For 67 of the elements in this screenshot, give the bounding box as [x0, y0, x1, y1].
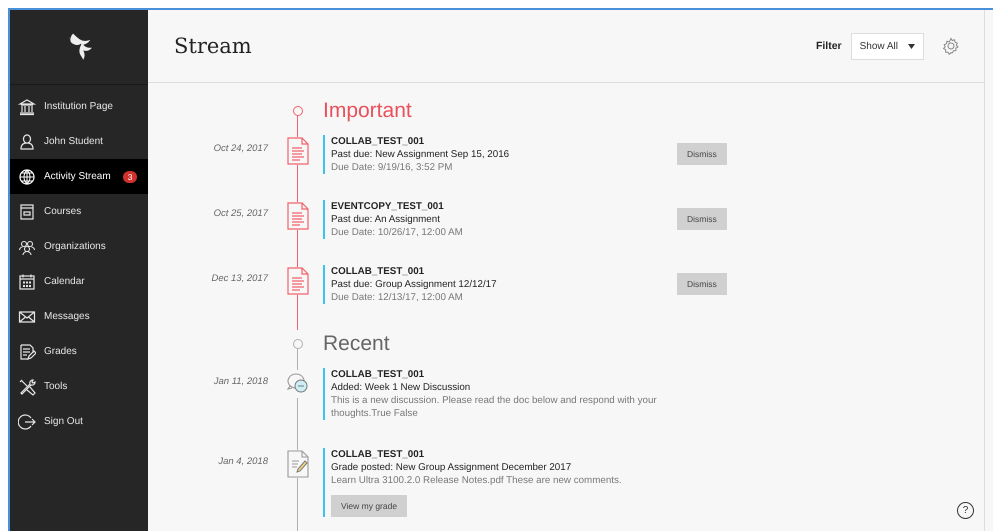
sidebar-item[interactable]: Grades	[10, 334, 148, 369]
course-name: COLLAB_TEST_001	[331, 368, 426, 381]
entry-date: Oct 24, 2017	[212, 142, 270, 156]
timeline-dot	[293, 106, 303, 116]
sidebar-item-label: Grades	[44, 346, 77, 357]
entry-title: Past due: New Assignment Sep 15, 2016	[331, 148, 510, 161]
sidebar-item-label: Messages	[44, 311, 90, 322]
document-pencil-icon	[287, 450, 309, 478]
course-name: EVENTCOPY_TEST_001	[331, 200, 445, 213]
entry-detail: Due Date: 12/13/17, 12:00 AM	[331, 291, 464, 304]
calendar-icon	[18, 272, 36, 290]
entry-title: Grade posted: New Group Assignment December 2017	[331, 461, 572, 474]
entry-date: Jan 4, 2018	[217, 455, 269, 469]
sidebar-item[interactable]: Sign Out	[10, 404, 148, 439]
sidebar-item[interactable]: Activity Stream 3	[10, 159, 148, 194]
sidebar-item[interactable]: Organizations	[10, 229, 148, 264]
caret-icon	[908, 44, 915, 48]
dismiss-button[interactable]: Dismiss	[677, 208, 727, 230]
sidebar-item-label: Organizations	[44, 241, 106, 252]
dismiss-button[interactable]: Dismiss	[677, 143, 727, 165]
entry-title: Past due: An Assignment	[331, 213, 441, 226]
view-grade-button[interactable]: View my grade	[331, 495, 408, 517]
sidebar-item[interactable]: John Student	[10, 124, 148, 159]
filter-dropdown[interactable]: Show All	[850, 32, 924, 60]
section-heading: Recent	[322, 331, 391, 357]
sidebar-item[interactable]: Institution Page	[10, 89, 148, 124]
count-badge: 3	[122, 170, 138, 182]
sidebar-item[interactable]: Courses	[10, 194, 148, 229]
sidebar-item-label: Sign Out	[44, 416, 83, 427]
sidebar-item-label: Activity Stream	[44, 171, 111, 182]
dismiss-button[interactable]: Dismiss	[677, 273, 727, 295]
person-icon	[18, 132, 36, 150]
institution-icon	[18, 98, 36, 116]
course-name: COLLAB_TEST_001	[331, 135, 426, 148]
entry-detail: Due Date: 10/26/17, 12:00 AM	[331, 226, 464, 239]
sidebar-item[interactable]: Calendar	[10, 264, 148, 299]
section-heading: Important	[322, 98, 413, 124]
sidebar-item-label: Calendar	[44, 276, 85, 287]
course-name: COLLAB_TEST_001	[331, 448, 426, 461]
entry-date: Jan 11, 2018	[212, 375, 269, 389]
entry-detail: Due Date: 9/19/16, 3:52 PM	[331, 161, 454, 174]
sidebar-item-label: Institution Page	[44, 101, 113, 112]
sidebar-item-label: Courses	[44, 206, 82, 217]
filter-label: Filter	[816, 40, 842, 52]
course-name: COLLAB_TEST_001	[331, 265, 426, 278]
settings-icon[interactable]	[942, 37, 960, 55]
document-icon	[287, 202, 309, 230]
tools-icon	[18, 378, 36, 396]
entry-date: Dec 13, 2017	[210, 272, 270, 286]
sidebar-item[interactable]: Messages	[10, 299, 148, 334]
globe-icon	[18, 168, 36, 186]
entry-title: Added: Week 1 New Discussion	[331, 381, 472, 394]
timeline-dot	[293, 339, 303, 349]
document-pencil-icon	[18, 342, 36, 360]
sidebar-item-label: Tools	[44, 381, 68, 392]
book-icon	[18, 202, 36, 220]
entry-title: Past due: Group Assignment 12/12/17	[331, 278, 498, 291]
entry-detail: This is a new discussion. Please read the doc below and respond with your thoughts.True False	[331, 394, 658, 420]
sidebar-item-label: John Student	[44, 136, 103, 147]
document-icon	[287, 267, 309, 295]
help-button[interactable]: ?	[957, 502, 974, 519]
entry-date: Oct 25, 2017	[212, 207, 270, 221]
document-icon	[287, 137, 309, 165]
sign-out-icon	[18, 412, 36, 430]
page-title: Stream	[174, 34, 253, 58]
sidebar-item[interactable]: Tools	[10, 369, 148, 404]
entry-detail: Learn Ultra 3100.2.0 Release Notes.pdf These are new comments.	[331, 474, 623, 487]
